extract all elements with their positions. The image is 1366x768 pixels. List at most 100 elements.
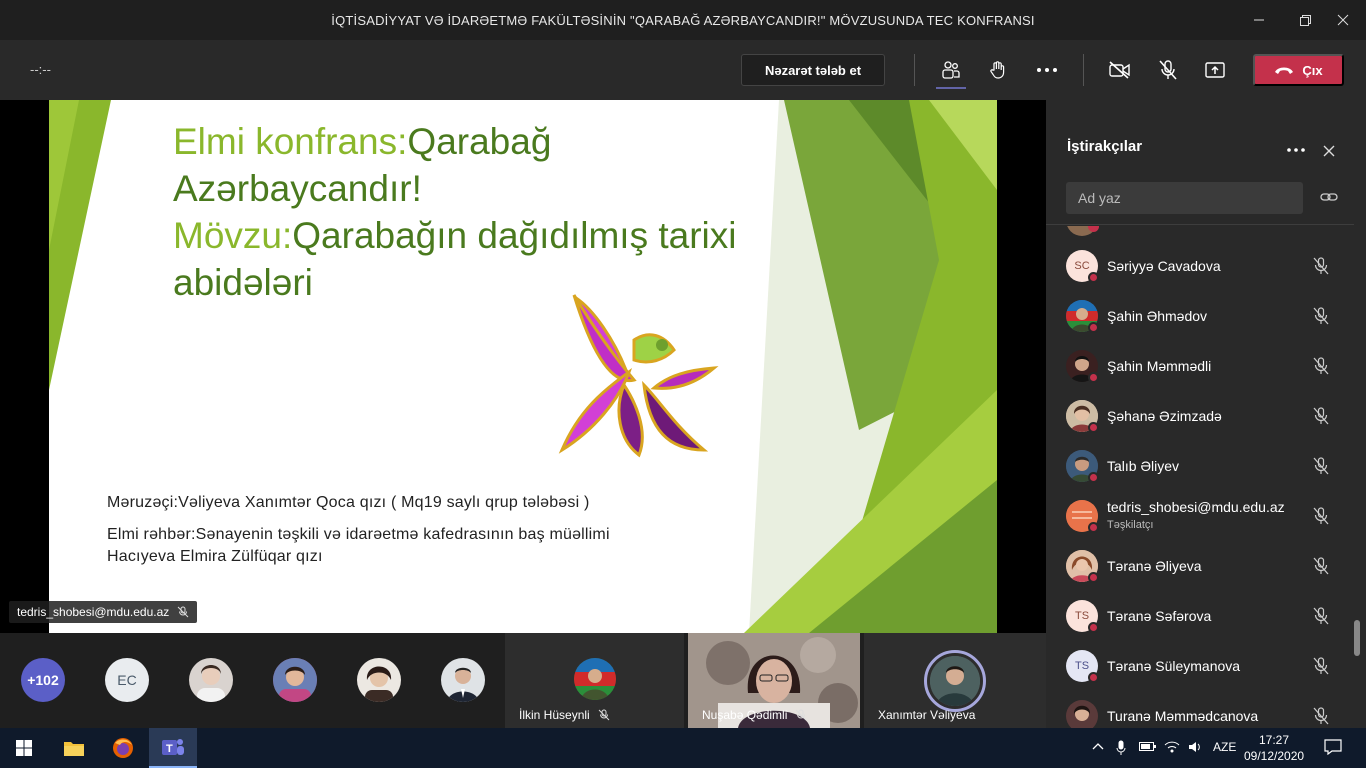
participant-avatar[interactable]	[441, 658, 485, 702]
microphone-icon[interactable]	[1116, 740, 1126, 759]
clock-time: 17:27	[1258, 733, 1290, 747]
panel-title: İştirakçılar	[1067, 138, 1143, 155]
participant-tile-label: Xanımtər Vəliyeva	[878, 708, 975, 722]
slide-title: Elmi konfrans:Qarabağ Azərbaycandır! Möv…	[173, 118, 813, 306]
participant-name: Talıb Əliyev	[1107, 458, 1180, 474]
more-options-icon[interactable]	[1030, 54, 1064, 86]
participant-avatar	[1066, 700, 1098, 728]
window-title: İQTİSADİYYAT VƏ İDARƏETMƏ FAKÜLTƏSİNİN "…	[331, 12, 1035, 28]
file-explorer-icon[interactable]	[50, 728, 98, 768]
slide-advisor-line1: Elmi rəhbər:Sənayenin təşkili və idarəet…	[107, 526, 610, 543]
participant-row[interactable]: TS Təranə Süleymanova	[1046, 641, 1354, 691]
video-gallery: +102 EC İlkin Hüseynli Nuşabə Qədimli Xa…	[0, 633, 1046, 728]
participant-name: Şahin Əhmədov	[1107, 308, 1208, 324]
clock-date: 09/12/2020	[1244, 749, 1305, 763]
participant-avatar[interactable]	[273, 658, 317, 702]
participant-name: Nuşabə Qədimli	[702, 708, 788, 722]
participant-video-tile[interactable]: Nuşabə Qədimli	[688, 633, 860, 728]
leave-button[interactable]: Çıx	[1253, 54, 1344, 86]
notifications-icon[interactable]	[1324, 739, 1342, 758]
participant-name: Təranə Səfərova	[1107, 608, 1212, 624]
mic-off-icon	[1313, 707, 1329, 725]
presentation-slide: Elmi konfrans:Qarabağ Azərbaycandır! Möv…	[49, 100, 997, 633]
participant-search-input[interactable]	[1066, 182, 1303, 214]
status-badge	[1088, 622, 1099, 633]
participant-tile-label: Nuşabə Qədimli	[702, 708, 807, 722]
participant-avatar	[930, 656, 980, 706]
leave-label: Çıx	[1302, 62, 1323, 78]
participant-name: İlkin Hüseynli	[519, 708, 590, 722]
status-badge	[1088, 472, 1099, 483]
meeting-toolbar: --:-- Nəzarət tələb et Çıx	[0, 40, 1366, 100]
volume-icon[interactable]	[1188, 740, 1204, 757]
share-screen-icon[interactable]	[1198, 54, 1232, 86]
mic-off-icon	[1313, 457, 1329, 475]
mic-off-icon[interactable]	[1151, 54, 1185, 86]
status-badge	[1088, 672, 1099, 683]
system-clock[interactable]: 17:27 09/12/2020	[1244, 732, 1304, 764]
participant-name: Səriyyə Cavadova	[1107, 258, 1221, 274]
slide-subject-label: Mövzu:	[173, 215, 293, 256]
participant-row[interactable]: Şahin Əhmədov	[1046, 291, 1354, 341]
mic-off-icon	[1313, 357, 1329, 375]
participant-row[interactable]: Şəhanə Əzimzadə	[1046, 391, 1354, 441]
status-badge	[1088, 372, 1099, 383]
wifi-icon[interactable]	[1164, 740, 1180, 757]
toolbar-divider	[914, 54, 915, 86]
participant-list: SC Səriyyə Cavadova Şahin Əhmədov Şahin …	[1046, 226, 1354, 728]
shared-content-stage: Elmi konfrans:Qarabağ Azərbaycandır! Möv…	[0, 100, 1046, 633]
participant-row[interactable]: TS Təranə Səfərova	[1046, 591, 1354, 641]
input-language[interactable]: AZE	[1213, 740, 1236, 754]
slide-title-topic: Qarabağ	[407, 121, 552, 162]
windows-start-icon[interactable]	[0, 728, 48, 768]
participant-role: Təşkilatçı	[1107, 519, 1154, 531]
mic-off-icon	[1313, 257, 1329, 275]
mic-off-icon	[1313, 607, 1329, 625]
status-badge	[1088, 226, 1099, 232]
participant-row[interactable]: Turanə Məmmədcanova	[1046, 691, 1354, 728]
more-participants-button[interactable]: +102	[21, 658, 65, 702]
status-badge	[1088, 322, 1099, 333]
close-window-icon[interactable]	[1320, 0, 1366, 40]
meeting-timer: --:--	[30, 62, 51, 77]
participant-tile-label: İlkin Hüseynli	[519, 708, 610, 722]
participants-active-indicator	[936, 87, 966, 89]
status-badge	[1088, 522, 1099, 533]
presenter-name-tag: tedris_shobesi@mdu.edu.az	[9, 601, 198, 623]
participant-row[interactable]: Talıb Əliyev	[1046, 441, 1354, 491]
participant-row[interactable]: Təranə Əliyeva	[1046, 541, 1354, 591]
participant-avatar[interactable]	[357, 658, 401, 702]
slide-subject: Qarabağın dağıdılmış tarixi	[292, 215, 737, 256]
raise-hand-icon[interactable]	[981, 54, 1015, 86]
participant-list-scrollbar[interactable]	[1354, 620, 1360, 656]
show-hidden-icons[interactable]	[1092, 740, 1104, 754]
slide-title-line2: Azərbaycandır!	[173, 168, 422, 209]
participant-tile[interactable]: Xanımtər Vəliyeva	[864, 633, 1046, 728]
participant-tile[interactable]: İlkin Hüseynli	[505, 633, 684, 728]
participant-row[interactable]: tedris_shobesi@mdu.edu.az Təşkilatçı	[1046, 491, 1354, 541]
participant-row[interactable]: SC Səriyyə Cavadova	[1046, 241, 1354, 291]
mic-off-icon	[796, 709, 807, 721]
mic-off-icon	[1313, 557, 1329, 575]
copy-link-icon[interactable]	[1320, 190, 1338, 209]
participant-avatar[interactable]: EC	[105, 658, 149, 702]
firefox-icon[interactable]	[99, 728, 147, 768]
participant-row[interactable]: Şahin Məmmədli	[1046, 341, 1354, 391]
mic-off-icon	[598, 709, 610, 721]
panel-more-icon[interactable]	[1286, 140, 1306, 158]
mic-off-icon	[1313, 407, 1329, 425]
status-badge	[1088, 572, 1099, 583]
close-panel-icon[interactable]	[1323, 144, 1335, 162]
battery-icon[interactable]	[1139, 740, 1157, 755]
request-control-button[interactable]: Nəzarət tələb et	[741, 54, 885, 86]
camera-off-icon[interactable]	[1103, 54, 1137, 86]
window-titlebar: İQTİSADİYYAT VƏ İDARƏETMƏ FAKÜLTƏSİNİN "…	[0, 0, 1366, 40]
participants-icon[interactable]	[934, 54, 968, 86]
slide-advisor-line2: Hacıyeva Elmira Zülfüqar qızı	[107, 548, 323, 565]
status-badge	[1088, 272, 1099, 283]
teams-icon[interactable]: T	[149, 728, 197, 768]
presenter-name: tedris_shobesi@mdu.edu.az	[17, 605, 170, 619]
participant-name: Xanımtər Vəliyeva	[878, 708, 976, 722]
minimize-icon[interactable]	[1236, 0, 1282, 40]
participant-avatar[interactable]	[189, 658, 233, 702]
